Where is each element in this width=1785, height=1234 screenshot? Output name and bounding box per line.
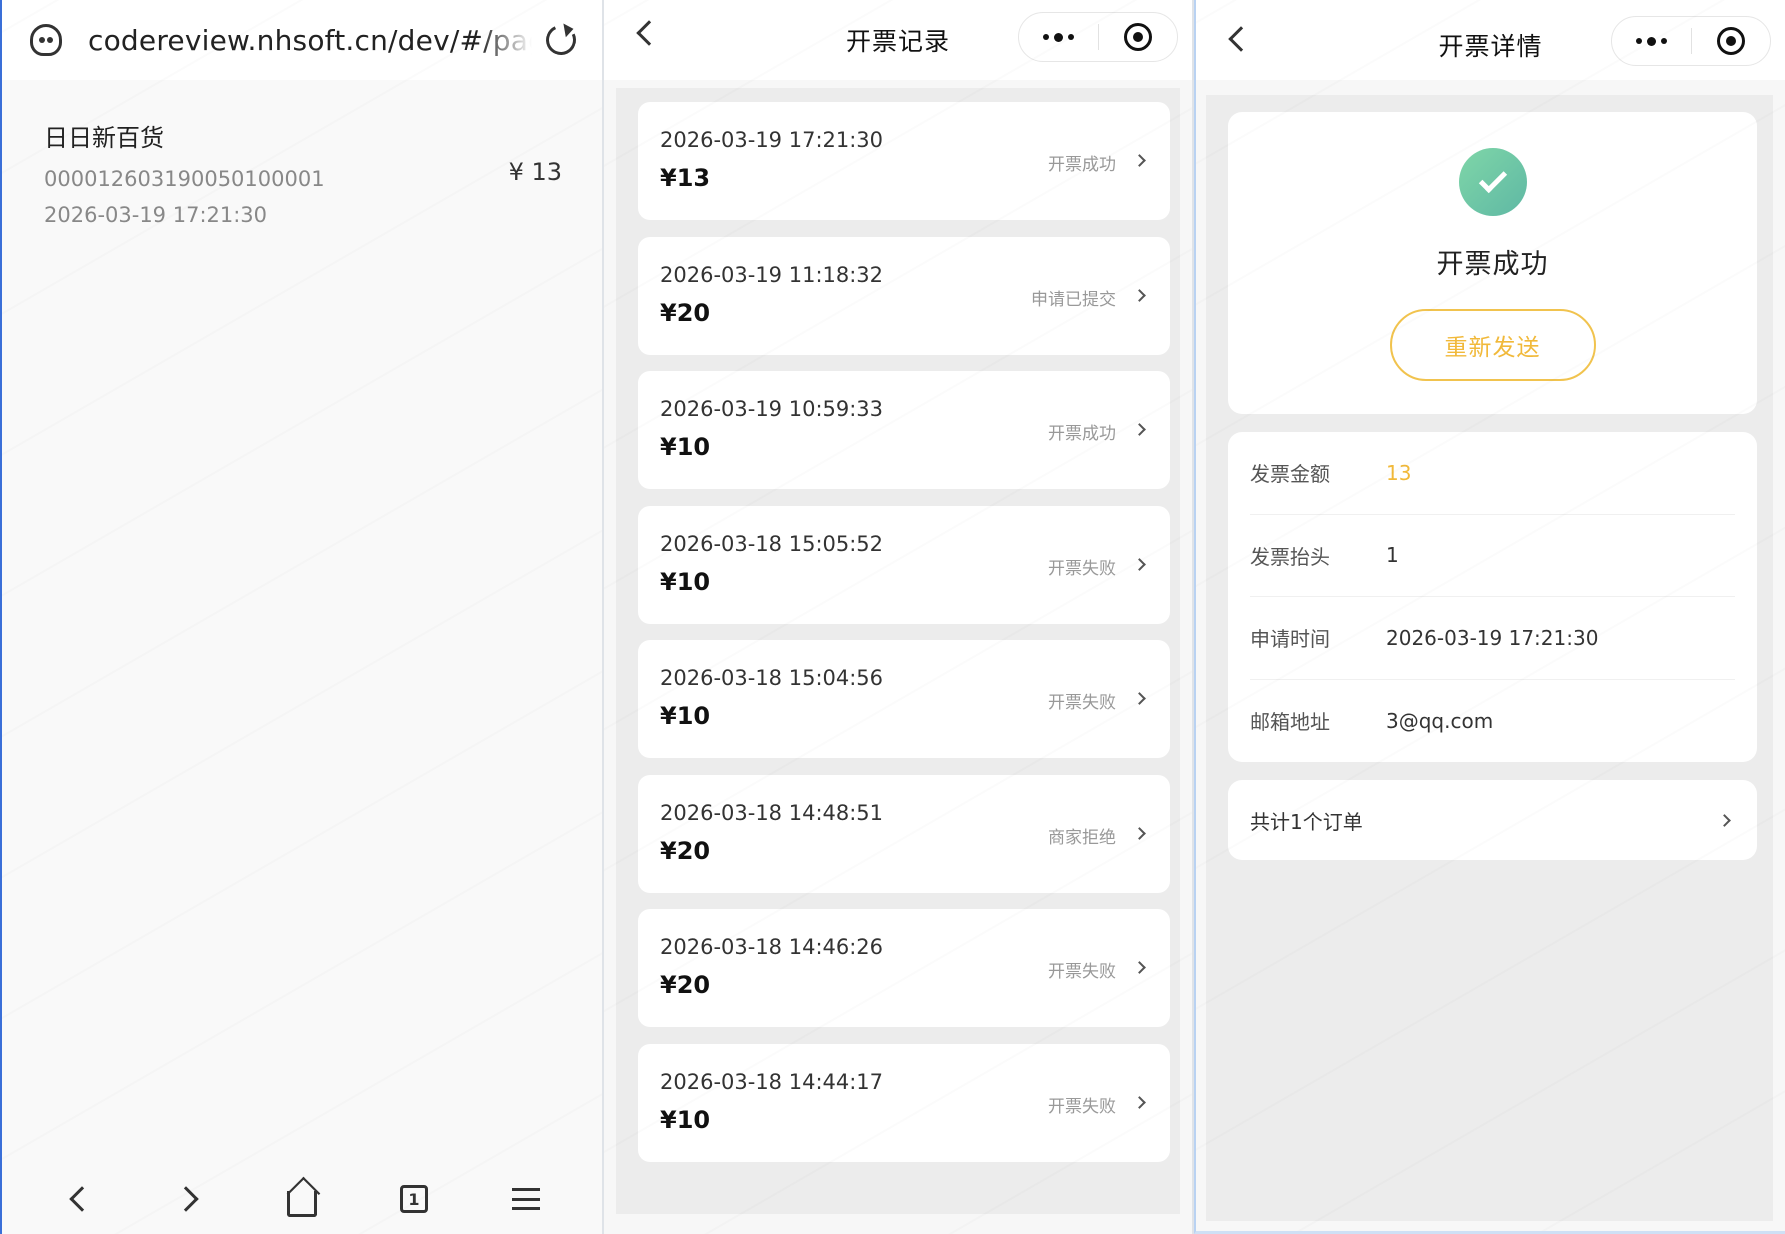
info-label: 申请时间 — [1250, 627, 1330, 652]
record-time: 2026-03-19 10:59:33 — [660, 397, 884, 421]
chevron-right-icon — [1718, 813, 1731, 827]
record-status: 申请已提交 — [1031, 289, 1116, 310]
invoice-title-value: 1 — [1386, 543, 1399, 568]
record-status: 开票失败 — [1048, 558, 1116, 579]
close-capsule-button[interactable] — [1099, 23, 1178, 51]
page-title: 开票详情 — [1438, 32, 1543, 61]
capsule-menu — [1018, 12, 1178, 62]
target-icon — [1123, 23, 1152, 51]
record-status: 开票失败 — [1048, 1096, 1116, 1117]
browser-toolbar: 1 — [2, 1164, 602, 1234]
home-icon — [287, 1191, 317, 1217]
record-card[interactable]: 2026-03-18 14:44:17 ¥10 开票失败 — [638, 1043, 1170, 1162]
record-time: 2026-03-18 14:46:26 — [660, 935, 884, 959]
target-icon — [1716, 27, 1745, 55]
record-status: 商家拒绝 — [1048, 827, 1116, 848]
order-item[interactable]: 日日新百货 000012603190050100001 2026-03-19 1… — [44, 118, 564, 227]
detail-screen: 开票详情 开票成功 重新发送 发票金额 13 发票抬头 1 申请时间 2026-… — [1194, 0, 1785, 1234]
tabs-icon: 1 — [400, 1185, 428, 1213]
record-status: 开票失败 — [1048, 962, 1116, 982]
menu-button[interactable] — [502, 1175, 550, 1223]
reload-icon[interactable] — [541, 20, 581, 60]
back-icon[interactable] — [1228, 26, 1254, 52]
url-text[interactable]: codereview.nhsoft.cn/dev/#/pages — [88, 24, 532, 57]
info-row-time: 申请时间 2026-03-19 17:21:30 — [1250, 597, 1735, 680]
info-row-amount: 发票金额 13 — [1250, 432, 1735, 515]
apply-time-value: 2026-03-19 17:21:30 — [1386, 625, 1599, 650]
info-row-email: 邮箱地址 3@qq.com — [1250, 680, 1735, 763]
back-icon[interactable] — [636, 20, 662, 46]
record-card[interactable]: 2026-03-18 15:05:52 ¥10 开票失败 — [638, 505, 1170, 624]
browser-screen: codereview.nhsoft.cn/dev/#/pages 日日新百货 0… — [0, 0, 602, 1234]
menu-icon — [512, 1188, 540, 1210]
orders-summary-text: 共计1个订单 — [1250, 809, 1363, 834]
nav-bar: 开票详情 — [1196, 0, 1785, 80]
record-time: 2026-03-18 14:44:17 — [660, 1069, 884, 1094]
page-title: 开票记录 — [845, 27, 950, 56]
order-amount: ¥ 13 — [508, 158, 562, 186]
nav-bar: 开票记录 — [604, 0, 1192, 80]
record-status: 开票失败 — [1048, 693, 1116, 713]
order-time: 2026-03-19 17:21:30 — [44, 203, 268, 227]
capsule-menu — [1611, 16, 1771, 66]
info-label: 发票抬头 — [1250, 544, 1330, 569]
ghost-icon[interactable] — [30, 24, 62, 56]
record-time: 2026-03-18 15:04:56 — [660, 666, 884, 690]
order-number: 000012603190050100001 — [44, 167, 325, 191]
record-time: 2026-03-19 17:21:30 — [660, 128, 884, 152]
invoice-info-card: 发票金额 13 发票抬头 1 申请时间 2026-03-19 17:21:30 … — [1228, 432, 1757, 762]
more-dots-icon[interactable] — [1612, 36, 1691, 46]
orders-summary-row[interactable]: 共计1个订单 — [1228, 780, 1757, 860]
record-status: 开票成功 — [1048, 424, 1116, 444]
back-icon — [69, 1186, 95, 1212]
back-button[interactable] — [54, 1175, 102, 1223]
check-icon — [1478, 164, 1507, 194]
record-status: 开票成功 — [1048, 155, 1116, 175]
record-card[interactable]: 2026-03-18 14:48:51 ¥20 商家拒绝 — [638, 774, 1170, 893]
email-value: 3@qq.com — [1386, 708, 1494, 733]
record-card[interactable]: 2026-03-19 10:59:33 ¥10 开票成功 — [638, 371, 1170, 489]
more-dots-icon[interactable] — [1019, 32, 1098, 42]
record-card[interactable]: 2026-03-19 17:21:30 ¥13 开票成功 — [638, 102, 1170, 220]
close-capsule-button[interactable] — [1692, 27, 1771, 55]
home-button[interactable] — [278, 1175, 326, 1223]
status-title: 开票成功 — [1436, 249, 1549, 280]
info-row-title: 发票抬头 1 — [1250, 515, 1735, 597]
address-bar[interactable]: codereview.nhsoft.cn/dev/#/pages — [2, 0, 602, 80]
forward-button[interactable] — [166, 1175, 214, 1223]
record-card[interactable]: 2026-03-18 14:46:26 ¥20 开票失败 — [638, 909, 1170, 1027]
record-card[interactable]: 2026-03-19 11:18:32 ¥20 申请已提交 — [638, 236, 1170, 355]
record-time: 2026-03-18 15:05:52 — [660, 531, 884, 556]
info-label: 邮箱地址 — [1250, 710, 1330, 735]
tabs-button[interactable]: 1 — [390, 1175, 438, 1223]
status-card: 开票成功 重新发送 — [1228, 112, 1757, 414]
record-card[interactable]: 2026-03-18 15:04:56 ¥10 开票失败 — [638, 640, 1170, 758]
resend-button[interactable]: 重新发送 — [1389, 309, 1596, 381]
record-list: 2026-03-19 17:21:30 ¥13 开票成功 2026-03-19 11:… — [638, 102, 1170, 1178]
invoice-amount-value: 13 — [1386, 460, 1412, 485]
records-screen: 开票记录 2026-03-19 17:21:30 ¥13 开票成功 2026-03-1… — [604, 0, 1192, 1234]
record-time: 2026-03-18 14:48:51 — [660, 800, 884, 825]
store-name: 日日新百货 — [44, 124, 164, 152]
forward-icon — [173, 1186, 199, 1212]
record-time: 2026-03-19 11:18:32 — [660, 262, 884, 287]
info-label: 发票金额 — [1250, 462, 1330, 487]
success-badge — [1458, 148, 1527, 216]
